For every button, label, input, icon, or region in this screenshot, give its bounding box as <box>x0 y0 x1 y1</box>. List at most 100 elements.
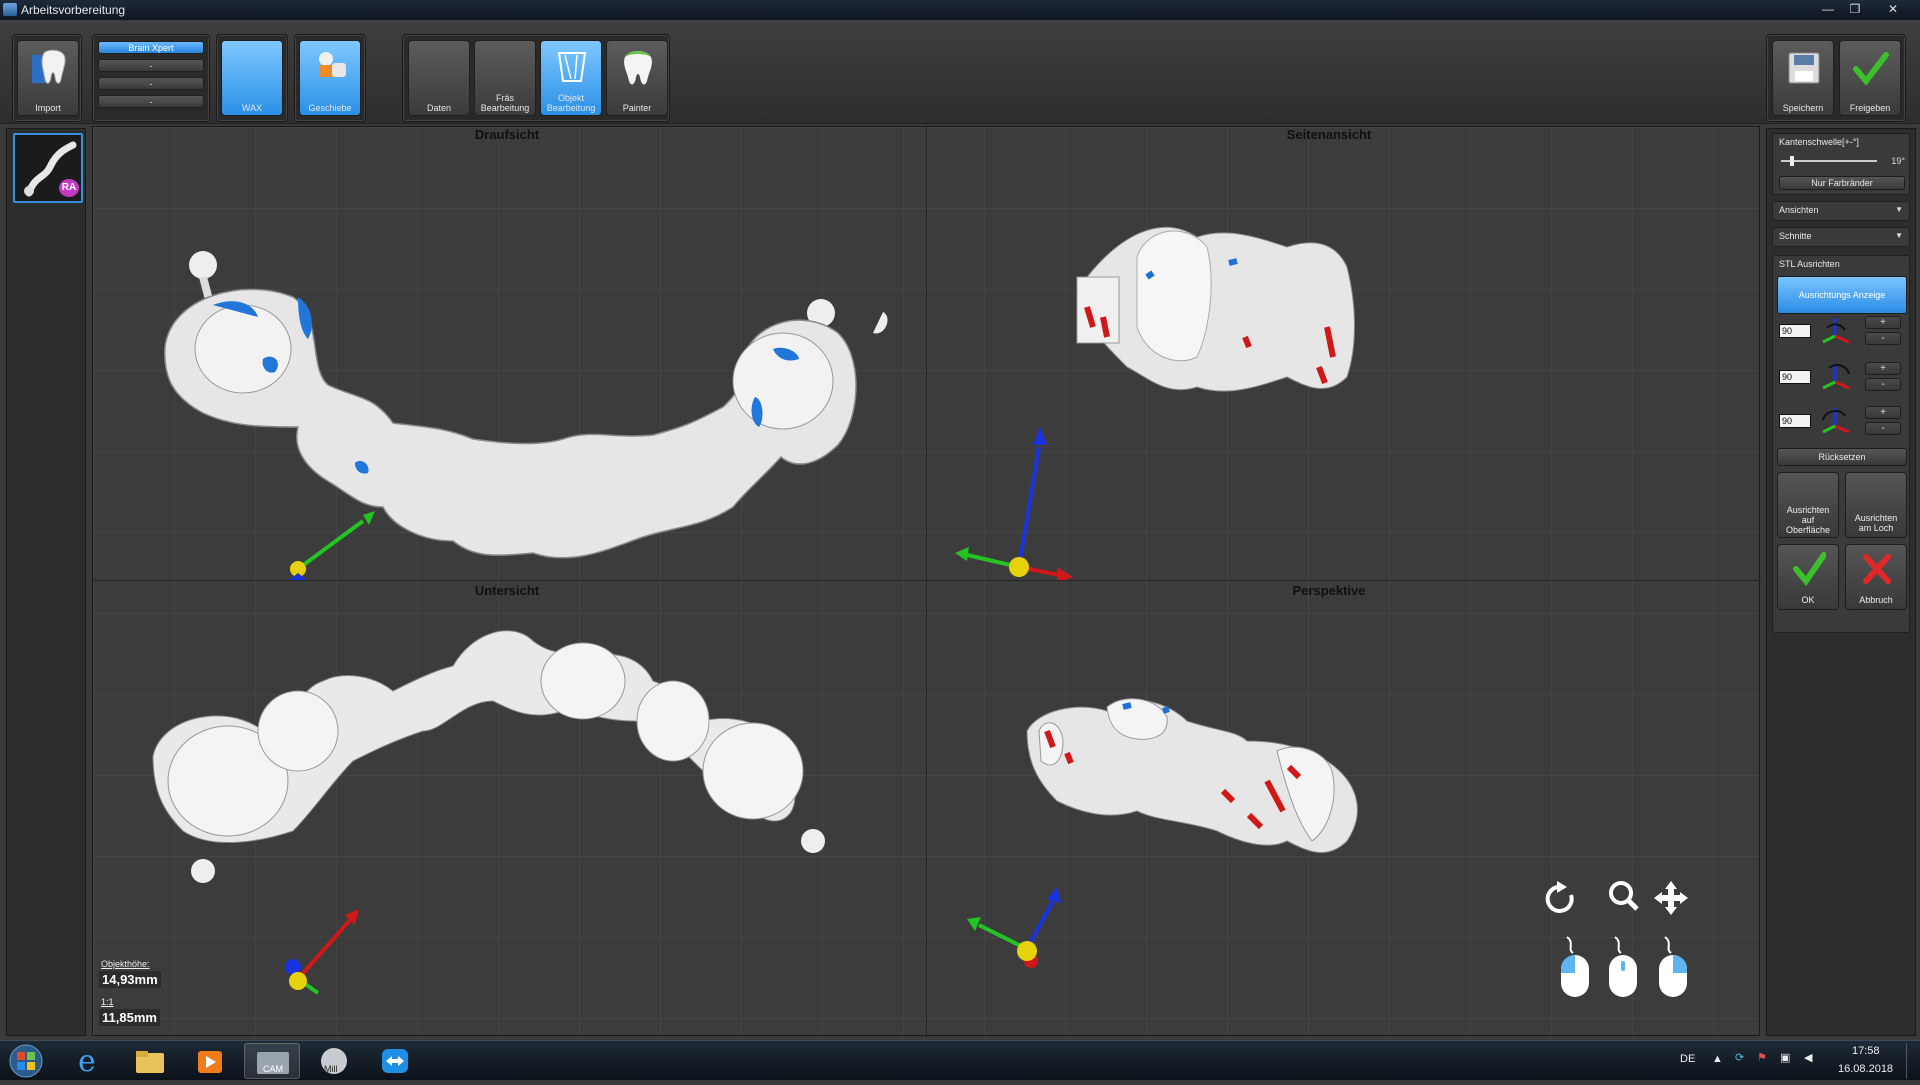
import-button[interactable]: Import <box>17 40 79 116</box>
ausrichten-oberflaeche-button[interactable]: Ausrichten auf Oberfläche <box>1777 472 1839 538</box>
objekt-bearbeitung-button[interactable]: Objekt Bearbeitung <box>540 40 602 116</box>
nur-farbraender-button[interactable]: Nur Farbränder <box>1779 176 1905 190</box>
rotate-axis-x-icon <box>1822 318 1850 344</box>
pan-icon[interactable] <box>1654 881 1688 915</box>
mouse-controls <box>1545 881 1688 997</box>
workflow-group: Daten Fräs Bearbeitung Objekt Bearbeitun… <box>402 34 670 122</box>
tooth-import-icon <box>32 49 66 84</box>
brain-xpert-group: Brain Xpert - - - <box>92 34 210 122</box>
rotation-y-input[interactable]: 90 <box>1779 370 1811 384</box>
rotation-z-minus-button[interactable]: - <box>1865 422 1901 435</box>
ausrichtungs-anzeige-button[interactable]: Ausrichtungs Anzeige <box>1777 276 1907 314</box>
attachment-icon <box>319 52 346 77</box>
minimize-button[interactable]: — <box>1815 1 1841 18</box>
wax-button[interactable]: WAX <box>221 40 283 116</box>
speichern-button[interactable]: Speichern <box>1772 40 1834 116</box>
stl-ausrichten-section: STL Ausrichten Ausrichtungs Anzeige 90 +… <box>1772 255 1910 633</box>
object-thumbnail[interactable]: RA <box>13 133 83 203</box>
rotation-z-plus-button[interactable]: + <box>1865 406 1901 419</box>
taskbar-internet-explorer[interactable]: e <box>62 1043 118 1079</box>
import-label: Import <box>35 103 61 113</box>
mouse-left-icon <box>1561 936 1589 997</box>
cancel-x-icon <box>1863 554 1891 584</box>
model-top-view <box>164 251 888 580</box>
brain-option-1[interactable]: - <box>98 59 204 72</box>
ansichten-label: Ansichten <box>1779 205 1819 215</box>
main-toolbar: Import Brain Xpert - - - WAX Geschiebe D… <box>0 20 1920 124</box>
geschiebe-button[interactable]: Geschiebe <box>299 40 361 116</box>
clock-date[interactable]: 16.08.2018 <box>1838 1063 1893 1075</box>
taskbar-media-player[interactable] <box>182 1043 238 1079</box>
speichern-label: Speichern <box>1782 103 1824 113</box>
close-button[interactable]: ✕ <box>1880 1 1906 18</box>
taskbar-teamviewer[interactable] <box>368 1043 424 1079</box>
rotation-x-input[interactable]: 90 <box>1779 324 1811 338</box>
freigeben-button[interactable]: Freigeben <box>1839 40 1901 116</box>
restore-button[interactable]: ❐ <box>1842 1 1868 18</box>
clock-time[interactable]: 17:58 <box>1852 1045 1880 1057</box>
ruecksetzen-button[interactable]: Rücksetzen <box>1777 448 1907 466</box>
scale-value: 11,85mm <box>99 1009 160 1026</box>
language-indicator[interactable]: DE <box>1680 1053 1695 1065</box>
rotate-icon[interactable] <box>1545 881 1574 913</box>
rotation-x-plus-button[interactable]: + <box>1865 316 1901 329</box>
tray-expand-icon[interactable]: ▲ <box>1712 1053 1723 1065</box>
tooth-edit-icon <box>557 52 587 82</box>
floppy-disk-icon <box>1788 52 1820 84</box>
rotation-x-minus-button[interactable]: - <box>1865 332 1901 345</box>
ausrichten-oberflaeche-label: Ausrichten auf Oberfläche <box>1785 505 1831 535</box>
show-desktop-button[interactable] <box>1906 1043 1918 1079</box>
ansichten-dropdown[interactable]: Ansichten ▼ <box>1772 201 1910 221</box>
geschiebe-label: Geschiebe <box>308 103 352 113</box>
kanten-value: 19° <box>1891 156 1905 166</box>
fraes-bearbeitung-label: Fräs Bearbeitung <box>480 93 530 113</box>
ausrichten-loch-button[interactable]: Ausrichten am Loch <box>1845 472 1907 538</box>
rotation-y-plus-button[interactable]: + <box>1865 362 1901 375</box>
windows-taskbar: e CAM Mill DE ▲ ⟳ ⚑ ▣ ◀ 17:58 16.08.2018 <box>0 1040 1920 1080</box>
schnitte-label: Schnitte <box>1779 231 1812 241</box>
action-center-flag-icon[interactable]: ⚑ <box>1757 1051 1767 1064</box>
schnitte-dropdown[interactable]: Schnitte ▼ <box>1772 227 1910 247</box>
object-height-value: 14,93mm <box>99 971 161 988</box>
internet-explorer-icon: e <box>78 1044 96 1079</box>
checkmark-icon <box>1853 52 1889 86</box>
ok-button[interactable]: OK <box>1777 544 1839 610</box>
abbruch-button[interactable]: Abbruch <box>1845 544 1907 610</box>
model-bottom-view <box>152 630 825 995</box>
app-icon <box>3 3 17 16</box>
taskbar-mill[interactable]: Mill <box>306 1043 362 1079</box>
start-button[interactable] <box>2 1043 50 1079</box>
kanten-slider-handle[interactable] <box>1790 156 1795 166</box>
daten-button[interactable]: Daten <box>408 40 470 116</box>
painter-button[interactable]: Painter <box>606 40 668 116</box>
mouse-middle-icon <box>1609 936 1637 997</box>
save-group: Speichern Freigeben <box>1766 34 1906 122</box>
brain-option-2[interactable]: - <box>98 77 204 90</box>
kanten-label: Kantenschwelle[+-°] <box>1779 137 1859 147</box>
brain-option-3[interactable]: - <box>98 95 204 108</box>
media-player-icon <box>198 1051 222 1073</box>
viewport-3d[interactable]: Draufsicht Seitenansicht Untersicht Pers… <box>92 126 1761 1037</box>
geschiebe-group: Geschiebe <box>294 34 366 122</box>
sync-icon[interactable]: ⟳ <box>1735 1051 1744 1064</box>
kanten-slider-track[interactable] <box>1781 160 1877 162</box>
cam-label: CAM <box>263 1064 283 1074</box>
brain-xpert-button[interactable]: Brain Xpert <box>98 41 204 54</box>
wax-group: WAX <box>216 34 288 122</box>
import-group: Import <box>12 34 82 122</box>
ok-label: OK <box>1801 595 1815 605</box>
taskbar-cam[interactable]: CAM <box>244 1043 300 1079</box>
volume-icon[interactable]: ◀ <box>1804 1051 1812 1064</box>
zoom-icon[interactable] <box>1609 881 1639 911</box>
network-icon[interactable]: ▣ <box>1780 1051 1790 1064</box>
fraes-bearbeitung-button[interactable]: Fräs Bearbeitung <box>474 40 536 116</box>
rotation-z-input[interactable]: 90 <box>1779 414 1811 428</box>
rotation-y-minus-button[interactable]: - <box>1865 378 1901 391</box>
tooth-painter-icon <box>624 51 652 85</box>
taskbar-explorer[interactable] <box>122 1043 178 1079</box>
rotate-axis-z-icon <box>1822 408 1850 434</box>
svg-text:e: e <box>78 1044 96 1079</box>
scale-label: 1:1 <box>101 997 114 1007</box>
folder-icon <box>136 1051 164 1073</box>
stl-ausrichten-label: STL Ausrichten <box>1779 259 1840 269</box>
